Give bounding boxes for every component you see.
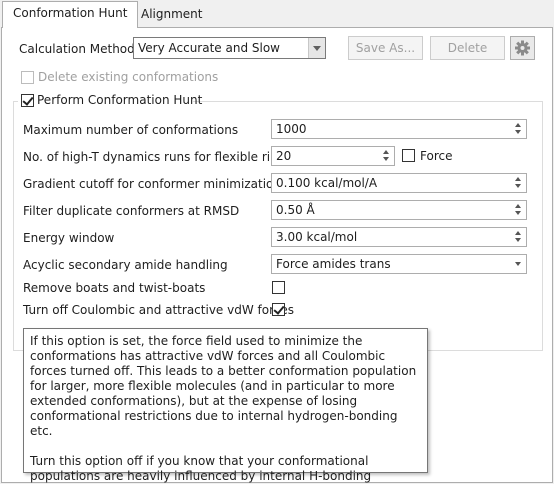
amide-handling-select[interactable]: Force amides trans — [271, 254, 527, 274]
perform-hunt-label: Perform Conformation Hunt — [37, 93, 203, 107]
delete-button[interactable]: Delete — [430, 36, 505, 60]
gradient-cutoff-label: Gradient cutoff for conformer minimizati… — [23, 177, 281, 191]
amide-handling-label: Acyclic secondary amide handling — [23, 258, 228, 272]
delete-existing-label: Delete existing conformations — [38, 70, 219, 84]
tooltip-paragraph-1: If this option is set, the force field u… — [30, 334, 417, 438]
tab-bar: Conformation Hunt Alignment — [0, 0, 554, 28]
spinner-arrows-icon[interactable] — [515, 203, 523, 217]
calculation-method-select[interactable]: Very Accurate and Slow — [133, 37, 326, 59]
spinner-arrows-icon[interactable] — [515, 176, 523, 190]
chevron-down-icon — [308, 38, 325, 58]
force-label: Force — [420, 149, 453, 163]
max-conformations-label: Maximum number of conformations — [23, 123, 239, 137]
chevron-down-icon — [515, 262, 521, 266]
tab-conformation-hunt[interactable]: Conformation Hunt — [2, 1, 139, 28]
coulombic-off-label: Turn off Coulombic and attractive vdW fo… — [23, 303, 294, 317]
settings-button[interactable] — [510, 36, 535, 60]
max-conformations-input[interactable]: 1000 — [271, 119, 527, 139]
calculation-method-label: Calculation Method: — [19, 42, 139, 56]
coulombic-off-checkbox[interactable] — [272, 303, 285, 316]
gradient-cutoff-input[interactable]: 0.100 kcal/mol/A — [271, 173, 527, 193]
remove-boats-label: Remove boats and twist-boats — [23, 281, 206, 295]
save-as-button[interactable]: Save As... — [348, 36, 423, 60]
amide-handling-value: Force amides trans — [276, 257, 391, 271]
energy-window-label: Energy window — [23, 231, 115, 245]
spinner-arrows-icon[interactable] — [515, 230, 523, 244]
spinner-arrows-icon[interactable] — [383, 149, 391, 163]
max-conformations-value: 1000 — [276, 122, 307, 136]
high-t-runs-value: 20 — [276, 149, 292, 163]
remove-boats-checkbox[interactable] — [272, 281, 285, 294]
energy-window-input[interactable]: 3.00 kcal/mol — [271, 227, 527, 247]
tooltip-paragraph-2: Turn this option off if you know that yo… — [30, 454, 372, 483]
filter-rmsd-value: 0.50 Å — [276, 203, 315, 217]
high-t-runs-input[interactable]: 20 — [271, 146, 395, 166]
force-checkbox[interactable] — [402, 149, 415, 162]
delete-existing-checkbox[interactable] — [21, 71, 34, 84]
filter-rmsd-label: Filter duplicate conformers at RMSD — [23, 204, 240, 218]
calculation-method-value: Very Accurate and Slow — [138, 41, 280, 55]
filter-rmsd-input[interactable]: 0.50 Å — [271, 200, 527, 220]
gradient-cutoff-value: 0.100 kcal/mol/A — [276, 176, 378, 190]
energy-window-value: 3.00 kcal/mol — [276, 230, 358, 244]
high-t-runs-label: No. of high-T dynamics runs for flexible… — [23, 150, 292, 164]
help-tooltip: If this option is set, the force field u… — [23, 328, 428, 483]
gear-icon — [515, 40, 530, 56]
tab-alignment[interactable]: Alignment — [131, 3, 212, 27]
spinner-arrows-icon[interactable] — [515, 122, 523, 136]
perform-hunt-checkbox[interactable] — [21, 94, 34, 107]
